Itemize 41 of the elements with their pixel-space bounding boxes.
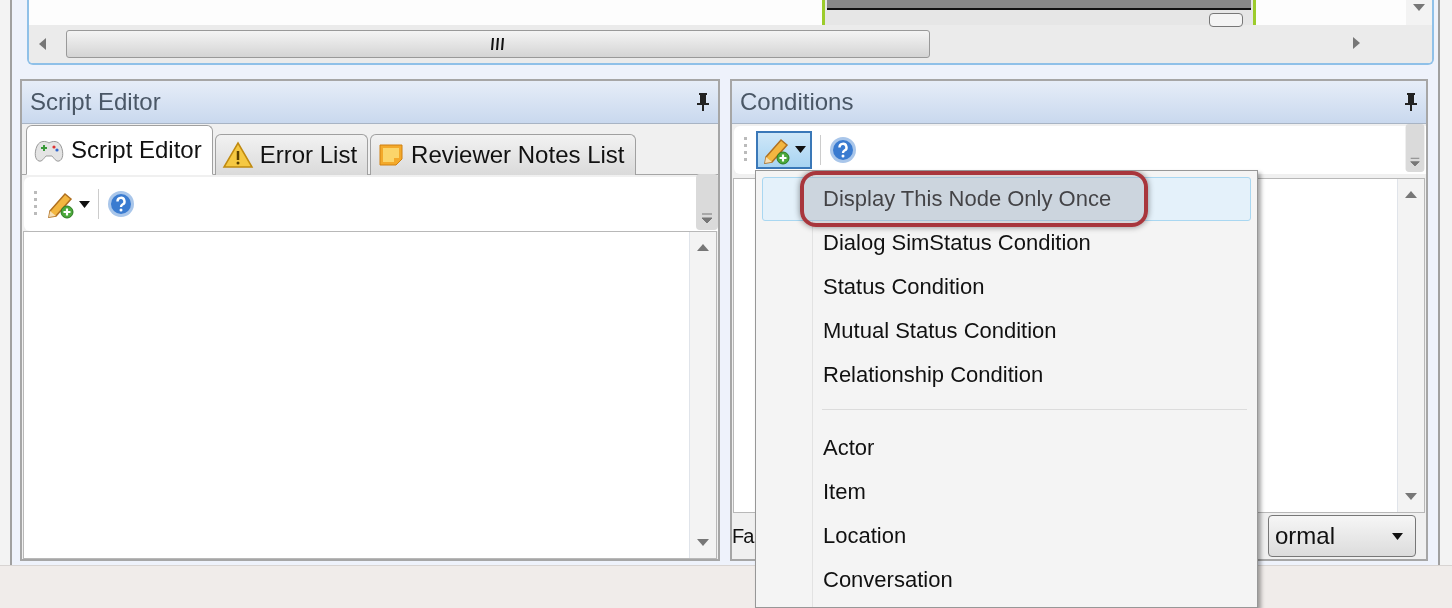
help-icon[interactable] bbox=[829, 135, 857, 164]
horizontal-scrollbar[interactable] bbox=[29, 25, 1432, 63]
tab[interactable]: Error List bbox=[214, 134, 369, 175]
menu-item[interactable]: Actor bbox=[762, 426, 1251, 470]
menu-item[interactable]: Location bbox=[762, 514, 1251, 558]
warning-icon bbox=[221, 141, 254, 169]
menu-item[interactable]: Mutual Status Condition bbox=[762, 309, 1251, 353]
toolbar-overflow-icon[interactable] bbox=[1404, 123, 1426, 172]
menu-item[interactable]: Item bbox=[762, 470, 1251, 514]
grip-icon bbox=[491, 38, 505, 50]
toolbar-grip-icon bbox=[34, 190, 38, 218]
panel-title: Script Editor bbox=[30, 88, 161, 116]
graph-node[interactable] bbox=[822, 0, 1256, 25]
dropdown-arrow-icon bbox=[1392, 532, 1403, 540]
toolbar-overflow-icon[interactable] bbox=[696, 174, 718, 230]
menu-item[interactable]: Dialog SimStatus Condition bbox=[762, 221, 1251, 265]
toolbar-grip-icon bbox=[744, 135, 748, 164]
scroll-down-icon[interactable] bbox=[1405, 493, 1417, 501]
menu-item[interactable]: Display This Node Only Once bbox=[762, 177, 1251, 221]
panel-title: Conditions bbox=[740, 87, 854, 116]
scroll-down-icon[interactable] bbox=[1413, 4, 1425, 11]
scroll-up-icon[interactable] bbox=[697, 244, 709, 251]
dropdown[interactable]: ormal bbox=[1268, 515, 1416, 558]
menu-item[interactable]: Conversation bbox=[762, 558, 1251, 602]
caret-icon bbox=[795, 146, 806, 154]
tab[interactable]: Reviewer Notes List bbox=[370, 134, 636, 175]
tab[interactable]: Script Editor bbox=[26, 125, 213, 175]
menu-item[interactable]: Status Condition bbox=[762, 265, 1251, 309]
scroll-left-icon[interactable] bbox=[39, 38, 46, 50]
caret-icon bbox=[79, 200, 90, 208]
field-label: Fa bbox=[732, 524, 754, 548]
scroll-up-icon[interactable] bbox=[1405, 190, 1417, 198]
pin-icon[interactable] bbox=[1404, 91, 1418, 112]
scroll-right-icon[interactable] bbox=[1353, 37, 1360, 49]
note-icon bbox=[377, 141, 406, 169]
scroll-thumb[interactable] bbox=[66, 30, 930, 58]
menu-item[interactable]: Relationship Condition bbox=[762, 353, 1251, 397]
add-condition-button[interactable] bbox=[756, 130, 812, 169]
pin-icon[interactable] bbox=[696, 92, 710, 112]
help-icon[interactable] bbox=[107, 190, 135, 218]
scroll-down-icon[interactable] bbox=[697, 539, 709, 546]
